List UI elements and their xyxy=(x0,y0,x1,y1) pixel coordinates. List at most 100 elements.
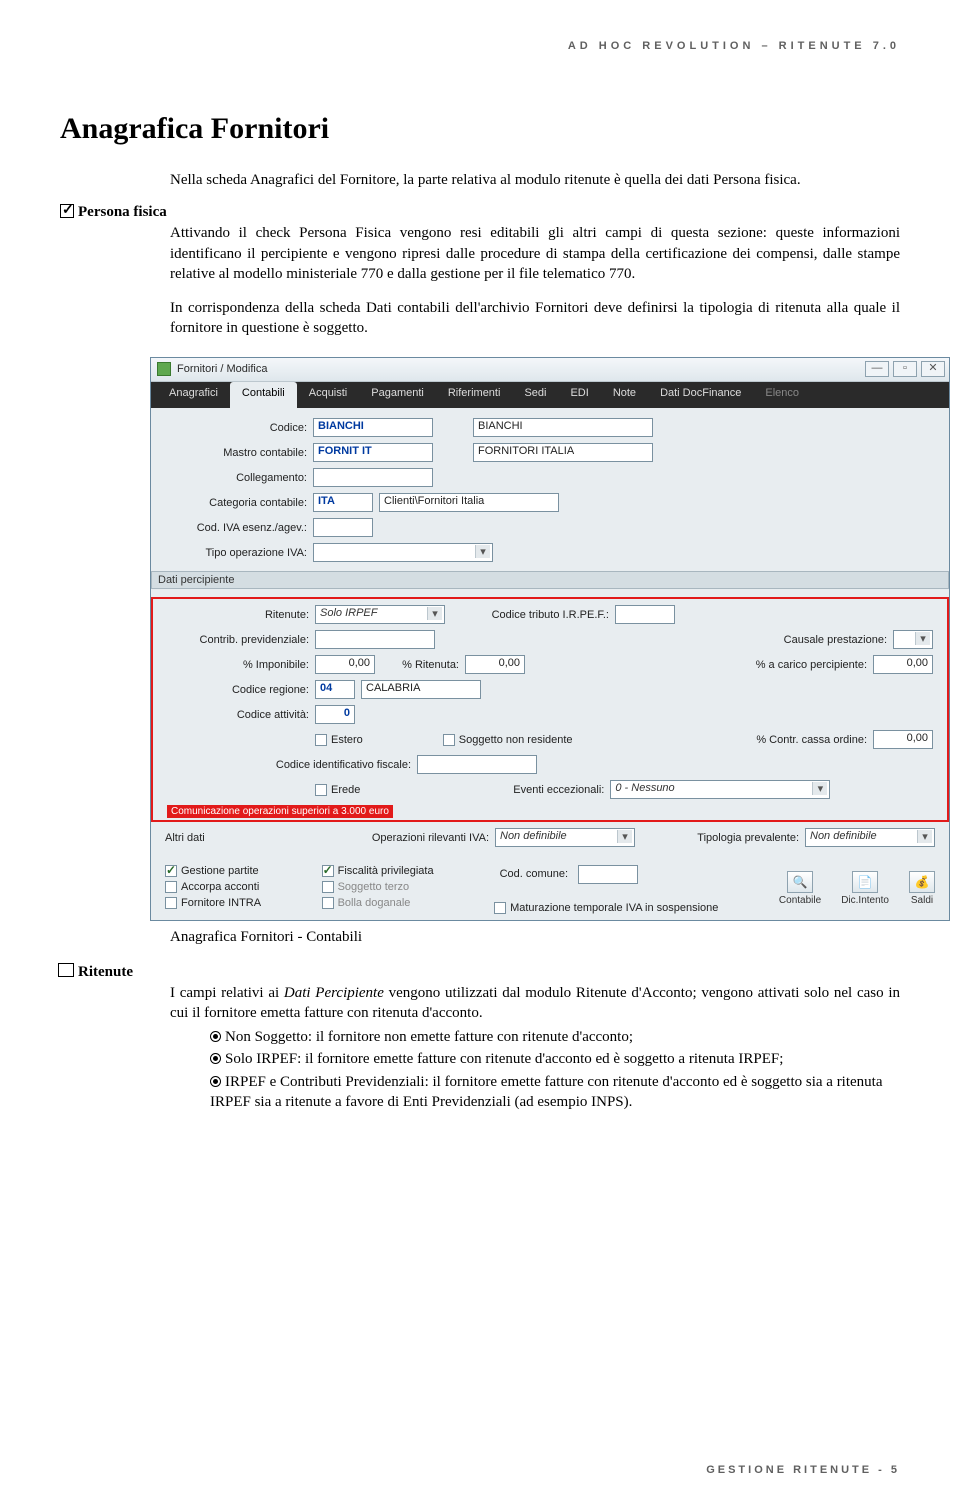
tab-docfinance[interactable]: Dati DocFinance xyxy=(648,382,753,408)
matur-checkbox[interactable]: Maturazione temporale IVA in sospensione xyxy=(494,902,718,914)
document-icon: 📄 xyxy=(852,871,878,893)
codiva-field[interactable] xyxy=(313,518,373,537)
checkbox-icon xyxy=(60,204,74,218)
ritenute-label: Ritenute: xyxy=(167,609,315,621)
ritenute-dropdown[interactable]: Solo IRPEF xyxy=(315,605,445,624)
estero-checkbox[interactable]: Estero xyxy=(315,734,363,746)
paragraph-2: In corrispondenza della scheda Dati cont… xyxy=(170,298,900,339)
intro-paragraph: Nella scheda Anagrafici del Fornitore, l… xyxy=(170,170,900,190)
codatt-label: Codice attività: xyxy=(167,709,315,721)
pcarico-label: % a carico percipiente: xyxy=(733,659,873,671)
eventi-dropdown[interactable]: 0 - Nessuno xyxy=(610,780,830,799)
pcarico-field[interactable]: 0,00 xyxy=(873,655,933,674)
pcassa-label: % Contr. cassa ordine: xyxy=(733,734,873,746)
soggterzo-checkbox: Soggetto terzo xyxy=(322,881,434,893)
tab-riferimenti[interactable]: Riferimenti xyxy=(436,382,513,408)
codfisc-label: Codice identificativo fiscale: xyxy=(167,759,417,771)
section-persona-fisica-label: Persona fisica xyxy=(60,204,900,221)
maximize-button[interactable]: ▫ xyxy=(893,361,917,377)
altri-dati-label: Altri dati xyxy=(165,832,205,844)
tab-note[interactable]: Note xyxy=(601,382,648,408)
codiva-label: Cod. IVA esenz./agev.: xyxy=(165,522,313,534)
codcom-field[interactable] xyxy=(578,865,638,884)
tab-anagrafici[interactable]: Anagrafici xyxy=(157,382,230,408)
tab-edi[interactable]: EDI xyxy=(558,382,600,408)
codreg-field[interactable]: 04 xyxy=(315,680,355,699)
tipprev-dropdown[interactable]: Non definibile xyxy=(805,828,935,847)
codfisc-field[interactable] xyxy=(417,755,537,774)
section-ritenute-label: Ritenute xyxy=(60,964,900,981)
tipprev-label: Tipologia prevalente: xyxy=(675,832,805,844)
dicintento-button[interactable]: 📄Dic.Intento xyxy=(841,871,889,906)
oprilev-dropdown[interactable]: Non definibile xyxy=(495,828,635,847)
app-icon xyxy=(157,362,171,376)
contabile-button[interactable]: 🔍Contabile xyxy=(779,871,821,906)
collegamento-label: Collegamento: xyxy=(165,472,313,484)
tab-sedi[interactable]: Sedi xyxy=(512,382,558,408)
radio-icon xyxy=(210,1053,221,1064)
coins-icon: 💰 xyxy=(909,871,935,893)
codreg-desc: CALABRIA xyxy=(361,680,481,699)
fiscpriv-checkbox[interactable]: Fiscalità privilegiata xyxy=(322,865,434,877)
pimp-label: % Imponibile: xyxy=(167,659,315,671)
collegamento-field[interactable] xyxy=(313,468,433,487)
persona-fisica-text: Attivando il check Persona Fisica vengon… xyxy=(170,223,900,284)
accorpa-checkbox[interactable]: Accorpa acconti xyxy=(165,881,261,893)
document-magnify-icon: 🔍 xyxy=(787,871,813,893)
codatt-field[interactable]: 0 xyxy=(315,705,355,724)
tipoop-dropdown[interactable] xyxy=(313,543,493,562)
window-titlebar: Fornitori / Modifica — ▫ ✕ xyxy=(151,358,949,382)
codtrib-field[interactable] xyxy=(615,605,675,624)
prit-label: % Ritenuta: xyxy=(375,659,465,671)
prit-field[interactable]: 0,00 xyxy=(465,655,525,674)
mastro-desc: FORNITORI ITALIA xyxy=(473,443,653,462)
red-note: Comunicazione operazioni superiori a 3.0… xyxy=(167,805,393,818)
mastro-label: Mastro contabile: xyxy=(165,447,313,459)
codtrib-label: Codice tributo I.R.PE.F.: xyxy=(475,609,615,621)
codreg-label: Codice regione: xyxy=(167,684,315,696)
fornintra-checkbox[interactable]: Fornitore INTRA xyxy=(165,897,261,909)
page-title: Anagrafica Fornitori xyxy=(60,112,900,146)
codice-desc: BIANCHI xyxy=(473,418,653,437)
pcassa-field[interactable]: 0,00 xyxy=(873,730,933,749)
ritenute-intro: I campi relativi ai Dati Percipiente ven… xyxy=(170,983,900,1024)
contrib-label: Contrib. previdenziale: xyxy=(167,634,315,646)
erede-checkbox[interactable]: Erede xyxy=(315,784,360,796)
catcont-desc: Clienti\Fornitori Italia xyxy=(379,493,559,512)
saldi-button[interactable]: 💰Saldi xyxy=(909,871,935,906)
window-title: Fornitori / Modifica xyxy=(177,363,267,375)
tab-bar: Anagrafici Contabili Acquisti Pagamenti … xyxy=(151,382,949,408)
bolla-checkbox: Bolla doganale xyxy=(322,897,434,909)
oprilev-label: Operazioni rilevanti IVA: xyxy=(355,832,495,844)
causprest-dropdown[interactable] xyxy=(893,630,933,649)
eventi-label: Eventi eccezionali: xyxy=(500,784,610,796)
screenshot-caption: Anagrafica Fornitori - Contabili xyxy=(170,929,900,946)
radio-icon xyxy=(210,1076,221,1087)
tab-contabili[interactable]: Contabili xyxy=(230,382,297,408)
ritenute-bullets: Non Soggetto: il fornitore non emette fa… xyxy=(210,1027,900,1112)
causprest-label: Causale prestazione: xyxy=(763,634,893,646)
tab-elenco[interactable]: Elenco xyxy=(753,382,811,408)
catcont-label: Categoria contabile: xyxy=(165,497,313,509)
pimp-field[interactable]: 0,00 xyxy=(315,655,375,674)
highlighted-section: Ritenute: Solo IRPEF Codice tributo I.R.… xyxy=(151,597,949,822)
dati-percipiente-bar: Dati percipiente xyxy=(151,571,949,589)
tab-pagamenti[interactable]: Pagamenti xyxy=(359,382,436,408)
tipoop-label: Tipo operazione IVA: xyxy=(165,547,313,559)
minimize-button[interactable]: — xyxy=(865,361,889,377)
embedded-screenshot: Fornitori / Modifica — ▫ ✕ Anagrafici Co… xyxy=(150,357,950,921)
soggnr-checkbox[interactable]: Soggetto non residente xyxy=(443,734,573,746)
cascade-icon xyxy=(60,965,74,977)
page-header: AD HOC REVOLUTION – RITENUTE 7.0 xyxy=(60,40,900,52)
page-footer: GESTIONE RITENUTE - 5 xyxy=(706,1464,900,1476)
codice-label: Codice: xyxy=(165,422,313,434)
close-button[interactable]: ✕ xyxy=(921,361,945,377)
codcom-label: Cod. comune: xyxy=(494,868,574,880)
contrib-field[interactable] xyxy=(315,630,435,649)
radio-icon xyxy=(210,1031,221,1042)
codice-field[interactable]: BIANCHI xyxy=(313,418,433,437)
tab-acquisti[interactable]: Acquisti xyxy=(297,382,360,408)
gestpart-checkbox[interactable]: Gestione partite xyxy=(165,865,261,877)
catcont-field[interactable]: ITA xyxy=(313,493,373,512)
mastro-field[interactable]: FORNIT IT xyxy=(313,443,433,462)
